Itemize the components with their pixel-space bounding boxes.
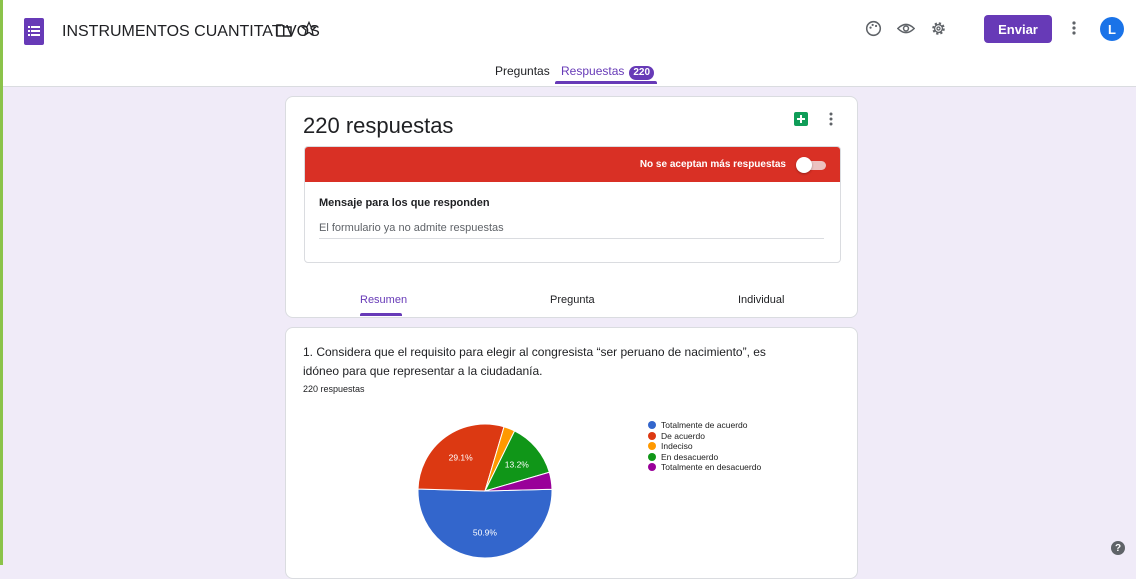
not-accepting-text: No se aceptan más respuestas [639,159,786,170]
legend-swatch [648,431,656,440]
send-button[interactable]: Enviar [984,15,1052,43]
chart-legend: Totalmente de acuerdo De acuerdo Indeciso E… [648,420,761,473]
forms-app-icon[interactable] [24,18,44,45]
legend-label: De acuerdo [661,430,705,441]
legend-item: Totalmente de acuerdo [648,420,761,431]
active-subtab-indicator [360,313,402,316]
legend-label: Indeciso [661,441,693,452]
legend-label: Totalmente en desacuerdo [661,462,762,473]
legend-item: De acuerdo [648,431,761,442]
tab-respuestas[interactable]: Respuestas 220 [561,64,655,80]
question-response-count: 220 respuestas [303,384,365,394]
tab-respuestas-label: Respuestas [561,64,625,78]
tab-resumen[interactable]: Resumen [360,294,407,306]
pie-data-label: 50.9% [473,528,498,538]
responses-summary-card: 220 respuestas No se aceptan más respues… [285,96,858,318]
legend-swatch [648,421,656,430]
toggle-knob[interactable] [796,157,812,173]
legend-label: En desacuerdo [661,451,719,462]
legend-item: En desacuerdo [648,452,761,463]
top-bar: INSTRUMENTOS CUANTITATIVOS Enviar L Preg… [3,0,1136,87]
legend-label: Totalmente de acuerdo [661,420,748,431]
response-count-badge: 220 [629,66,655,80]
legend-swatch [648,452,656,461]
question-summary-card: 1. Considera que el requisito para elegi… [285,327,858,579]
pie-slice-totalmente-de-acuerdo [417,488,553,559]
pie-data-label: 13.2% [505,459,530,469]
sheets-icon[interactable] [794,112,808,126]
closed-responses-box: No se aceptan más respuestas Mensaje par… [304,146,841,263]
legend-swatch [648,463,656,472]
help-icon[interactable]: ? [1111,541,1125,555]
legend-item: Indeciso [648,441,761,452]
question-text: 1. Considera que el requisito para elegi… [303,345,766,378]
message-input[interactable]: El formulario ya no admite respuestas [319,222,824,239]
pie-chart: 50.9% 29.1% 13.2% [417,423,553,559]
more-vert-icon[interactable] [1071,20,1077,36]
active-tab-indicator [555,81,657,84]
settings-gear-icon[interactable] [930,20,947,37]
more-vert-icon[interactable] [828,111,834,127]
pie-data-label: 29.1% [449,452,474,462]
not-accepting-banner: No se aceptan más respuestas [305,147,840,182]
folder-icon[interactable] [276,23,292,37]
legend-swatch [648,442,656,451]
palette-icon[interactable] [865,20,882,37]
responses-title: 220 respuestas [303,113,454,138]
avatar[interactable]: L [1100,17,1124,41]
preview-eye-icon[interactable] [897,22,915,35]
tab-preguntas[interactable]: Preguntas [495,64,550,78]
tab-pregunta[interactable]: Pregunta [550,294,595,306]
star-icon[interactable] [301,21,317,37]
message-label: Mensaje para los que responden [319,197,490,209]
legend-item: Totalmente en desacuerdo [648,462,761,473]
tab-individual[interactable]: Individual [738,294,784,306]
